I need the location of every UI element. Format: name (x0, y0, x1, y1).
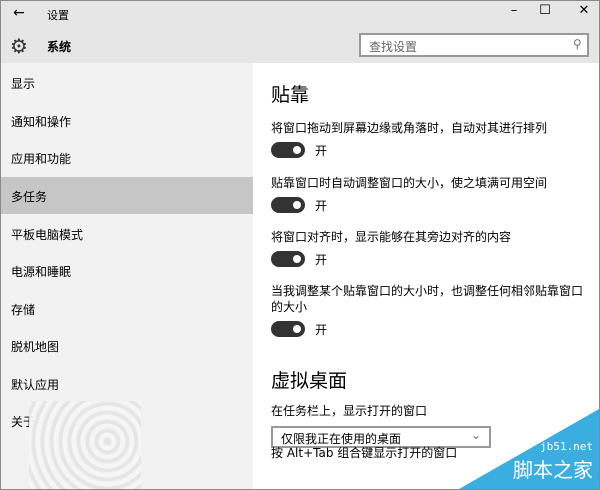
maximize-button[interactable]: ☐ (530, 3, 560, 18)
chevron-down-icon: ⌄ (470, 428, 481, 442)
sidebar-item-display[interactable]: 显示 (1, 64, 253, 101)
settings-window: ← 设置 – ☐ ✕ ⚙ 系统 查找设置 ⚲ 显示 通知和操作 应用和功能 多任务… (0, 0, 600, 490)
virtual-desktops-heading: 虚拟桌面 (271, 370, 348, 392)
taskbar-label: 在任务栏上，显示打开的窗口 (271, 404, 428, 418)
sidebar-item-tablet-mode[interactable]: 平板电脑模式 (1, 215, 253, 252)
toggle-state: 开 (315, 199, 328, 213)
toggle-switch[interactable] (271, 197, 305, 213)
sidebar-item-apps[interactable]: 应用和功能 (1, 139, 253, 176)
toggle-state: 开 (315, 253, 328, 267)
gear-icon: ⚙ (10, 34, 28, 58)
minimize-button[interactable]: – (499, 3, 529, 18)
content-pane: 贴靠 将窗口拖动到屏幕边缘或角落时，自动对其进行排列 开 贴靠窗口时自动调整窗口… (253, 63, 599, 489)
toggle-switch[interactable] (271, 142, 305, 158)
search-icon[interactable]: ⚲ (573, 37, 582, 51)
snap-heading: 贴靠 (271, 84, 310, 106)
window-title: 设置 (47, 9, 69, 22)
search-input[interactable]: 查找设置 ⚲ (359, 33, 589, 57)
sidebar-item-notifications[interactable]: 通知和操作 (1, 102, 253, 139)
toggle-state: 开 (315, 144, 328, 158)
swirl-decoration (29, 401, 141, 489)
sidebar-item-power[interactable]: 电源和睡眠 (1, 252, 253, 289)
page-title: 系统 (47, 40, 72, 54)
back-arrow-icon[interactable]: ← (13, 5, 25, 21)
title-bar: ← 设置 – ☐ ✕ ⚙ 系统 查找设置 ⚲ (1, 1, 599, 71)
toggle-switch[interactable] (271, 321, 305, 337)
watermark-name: 脚本之家 (513, 458, 593, 482)
sidebar-item-default-apps[interactable]: 默认应用 (1, 365, 253, 402)
setting-label: 当我调整某个贴靠窗口的大小时，也调整任何相邻贴靠窗口的大小 (271, 284, 584, 314)
close-button[interactable]: ✕ (569, 3, 599, 18)
setting-label: 贴靠窗口时自动调整窗口的大小，使之填满可用空间 (271, 176, 548, 190)
dropdown-value: 仅限我正在使用的桌面 (281, 432, 402, 446)
toggle-state: 开 (315, 323, 328, 337)
toggle-switch[interactable] (271, 251, 305, 267)
watermark-url: jb51.net (540, 440, 593, 453)
sidebar-item-storage[interactable]: 存储 (1, 290, 253, 327)
sidebar-item-multitasking[interactable]: 多任务 (1, 177, 253, 214)
setting-label: 将窗口拖动到屏幕边缘或角落时，自动对其进行排列 (271, 121, 548, 135)
search-placeholder: 查找设置 (369, 40, 418, 54)
setting-label: 将窗口对齐时，显示能够在其旁边对齐的内容 (271, 230, 512, 244)
sidebar-item-offline-maps[interactable]: 脱机地图 (1, 327, 253, 364)
